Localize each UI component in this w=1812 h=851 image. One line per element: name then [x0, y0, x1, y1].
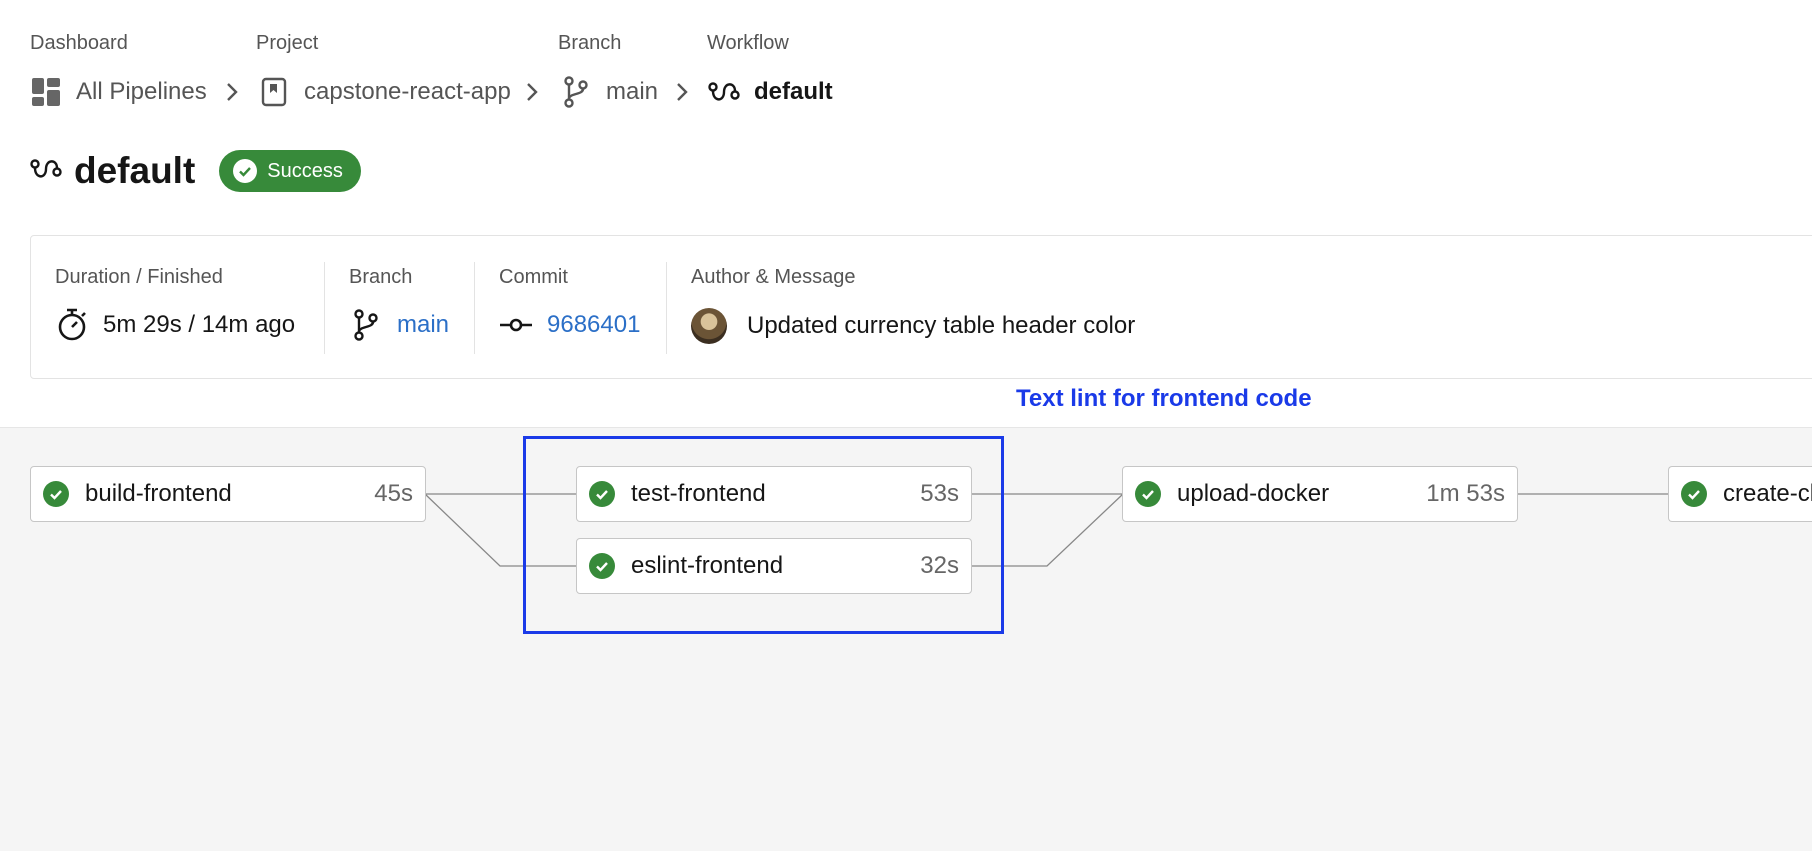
- breadcrumb-branch-link[interactable]: main: [606, 78, 658, 106]
- breadcrumb-item-branch[interactable]: main: [560, 76, 658, 108]
- breadcrumb-project-link[interactable]: capstone-react-app: [304, 78, 511, 106]
- duration-value: 5m 29s / 14m ago: [103, 311, 296, 338]
- check-circle-icon: [233, 159, 258, 183]
- job-create-cl[interactable]: create-cl: [1668, 466, 1812, 522]
- success-check-icon: [1135, 481, 1161, 507]
- commit-link[interactable]: 9686401: [547, 311, 640, 339]
- branch-icon: [349, 308, 383, 342]
- commit-value-row: 9686401: [499, 308, 640, 342]
- job-name: create-cl: [1723, 480, 1812, 507]
- breadcrumb-label-branch: Branch: [558, 32, 622, 54]
- page-header: default Success: [30, 150, 361, 192]
- job-upload-docker[interactable]: upload-docker 1m 53s: [1122, 466, 1518, 522]
- branch-label: Branch: [349, 266, 413, 288]
- pipeline-summary-card: Duration / Finished 5m 29s / 14m ago Bra…: [30, 235, 1812, 379]
- breadcrumb-label-project: Project: [256, 32, 319, 54]
- breadcrumb-item-project[interactable]: capstone-react-app: [258, 76, 511, 108]
- avatar[interactable]: [691, 308, 727, 344]
- duration-value-row: 5m 29s / 14m ago: [55, 308, 295, 342]
- success-check-icon: [1681, 481, 1707, 507]
- column-divider: [324, 262, 325, 354]
- author-message-label: Author & Message: [691, 266, 856, 288]
- success-check-icon: [43, 481, 69, 507]
- job-name: build-frontend: [85, 480, 232, 507]
- breadcrumb-label-dashboard: Dashboard: [30, 32, 128, 54]
- job-duration: 45s: [374, 480, 413, 507]
- breadcrumb-all-pipelines-link[interactable]: All Pipelines: [76, 78, 207, 106]
- author-value-row: Updated currency table header color: [691, 308, 1135, 344]
- job-duration: 1m 53s: [1426, 480, 1505, 507]
- annotation-highlight-box: [523, 436, 1004, 634]
- job-build-frontend[interactable]: build-frontend 45s: [30, 466, 426, 522]
- job-name: upload-docker: [1177, 480, 1330, 507]
- breadcrumb-item-all-pipelines[interactable]: All Pipelines: [30, 76, 207, 108]
- column-divider: [666, 262, 667, 354]
- stopwatch-icon: [55, 308, 89, 342]
- status-badge-label: Success: [267, 159, 343, 182]
- annotation-label: Text lint for frontend code: [1016, 385, 1312, 412]
- branch-link[interactable]: main: [397, 311, 449, 339]
- breadcrumb-label-workflow: Workflow: [707, 32, 789, 54]
- page-title: default: [74, 150, 196, 191]
- commit-message: Updated currency table header color: [747, 312, 1136, 339]
- commit-label: Commit: [499, 266, 568, 288]
- workflow-icon: [30, 155, 62, 188]
- chevron-right-icon: [677, 83, 688, 101]
- branch-icon: [560, 76, 592, 108]
- column-divider: [474, 262, 475, 354]
- status-badge: Success: [219, 150, 361, 192]
- branch-value-row: main: [349, 308, 449, 342]
- pipeline-graph: build-frontend 45s test-frontend 53s esl…: [0, 427, 1812, 851]
- commit-icon: [499, 308, 533, 342]
- dashboard-icon: [30, 76, 62, 108]
- chevron-right-icon: [527, 83, 538, 101]
- duration-label: Duration / Finished: [55, 266, 223, 288]
- bookmark-icon: [258, 76, 290, 108]
- breadcrumb-workflow-current: default: [754, 78, 833, 105]
- workflow-icon: [708, 76, 740, 108]
- chevron-right-icon: [227, 83, 238, 101]
- breadcrumb-item-workflow[interactable]: default: [708, 76, 833, 108]
